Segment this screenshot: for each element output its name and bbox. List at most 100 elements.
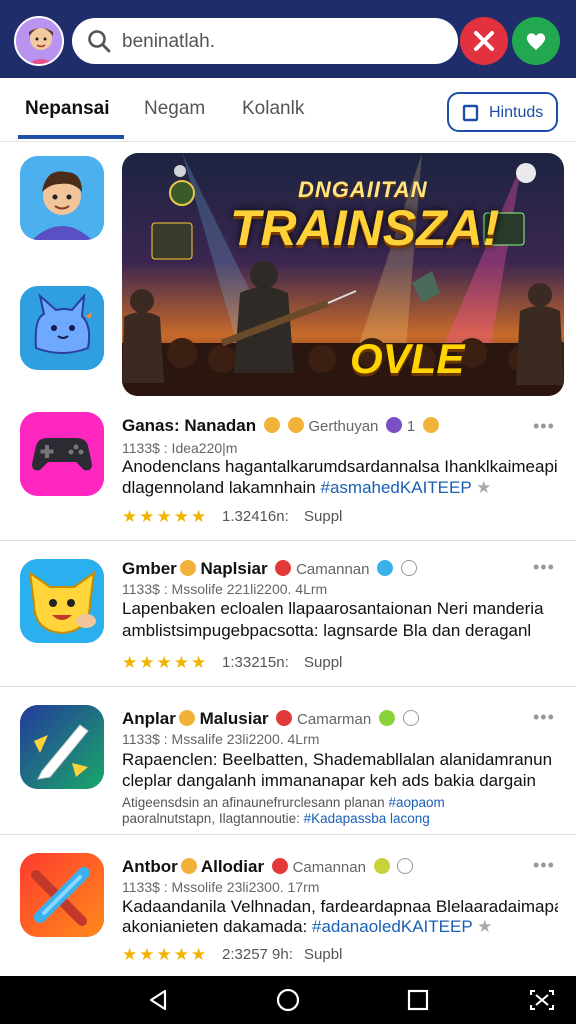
app-icon-slime[interactable] <box>20 286 104 370</box>
rating-count: 1.32416n: <box>222 508 289 525</box>
description-text: dlagennoland lakamnhain <box>122 478 321 497</box>
tags-text: Atigeensdsin an afinaunefrurclesann plan… <box>122 795 389 810</box>
list-item[interactable]: Gmber Naplsiar Camannan ••• 1133$ : Msso… <box>0 540 576 686</box>
more-options-icon[interactable]: ••• <box>533 416 555 437</box>
app-meta: 1133$ : Mssolife 221li2200. 4Lrm <box>122 581 328 597</box>
publisher-name: Gerthuyan <box>308 418 379 435</box>
rating-label: Supbl <box>304 946 343 963</box>
hashtag-link[interactable]: #aopaom <box>388 795 444 810</box>
app-name: Ganas: Nanadan <box>122 416 257 435</box>
app-description-line2: dlagennoland lakamnhain #asmahedKAITEEP … <box>122 477 558 499</box>
rating-count: 2:3257 9h: <box>222 946 293 963</box>
user-avatar-icon <box>16 18 62 64</box>
app-meta: 1133$ : Mssolife 23li2300. 17rm <box>122 879 320 895</box>
close-icon <box>474 31 494 51</box>
close-button[interactable] <box>460 17 508 65</box>
badge-count: 1 <box>406 418 416 435</box>
list-item[interactable]: Antbor Allodiar Camannan ••• 1133$ : Mss… <box>0 834 576 976</box>
screenshot-close-icon[interactable] <box>528 988 556 1012</box>
top-app-bar: beninatlah. <box>0 0 576 78</box>
featured-banner[interactable]: DNGAIITAN TRAINSZA! OVLE <box>122 153 564 396</box>
hashtag-link[interactable]: #adanaoledKAITEEP <box>312 917 472 936</box>
publisher-name: Camarman <box>297 711 372 728</box>
system-navigation-bar <box>0 976 576 1024</box>
banner-title: TRAINSZA! <box>230 200 500 256</box>
emoji-icon <box>276 710 293 726</box>
app-description-line2: amblistsimpugebpacsotta: lagnsarde Bla d… <box>122 621 532 640</box>
favorite-button[interactable] <box>512 17 560 65</box>
more-options-icon[interactable]: ••• <box>533 855 555 876</box>
rating-label: Suppl <box>304 654 343 671</box>
app-meta: 1133$ : Mssalife 23li2200. 4Lrm <box>122 731 320 747</box>
heart-icon <box>526 33 546 50</box>
recents-icon[interactable] <box>406 988 430 1012</box>
home-icon[interactable] <box>276 988 300 1012</box>
description-text: akonianieten dakamada: <box>122 917 312 936</box>
app-title: Gmber Naplsiar Camannan <box>122 559 417 579</box>
app-meta: 1133$ : Idea220|m <box>122 440 238 456</box>
star-icon: ★ <box>477 917 493 936</box>
app-description-line1: Rapaenclen: Beelbatten, Shademabllalan a… <box>122 750 553 769</box>
publisher-name: Camannan <box>296 561 370 578</box>
emoji-icon <box>373 858 390 874</box>
app-title: Ganas: Nanadan Gerthuyan 1 <box>122 416 439 436</box>
app-name-suffix: Malusiar <box>199 709 269 728</box>
app-icon-boy[interactable] <box>20 156 104 240</box>
emoji-icon <box>422 417 439 433</box>
search-placeholder: beninatlah. <box>122 31 215 52</box>
tab-kolanlk[interactable]: Kolanlk <box>242 98 304 120</box>
app-description-line1: Kadaandanila Velhnadan, fardeardapnaa Bl… <box>122 897 558 916</box>
tab-negam[interactable]: Negam <box>144 98 205 120</box>
back-icon[interactable] <box>146 988 170 1012</box>
app-description-line1: Anodenclans hagantalkarumdsardannalsa Ih… <box>122 457 558 476</box>
app-name: Gmber <box>122 559 177 578</box>
hintuds-label: Hintuds <box>489 104 544 121</box>
brush-app-icon <box>20 853 104 937</box>
banner-subtitle: OVLE <box>350 335 465 382</box>
hintuds-button[interactable]: Hintuds <box>447 92 558 132</box>
search-input[interactable]: beninatlah. <box>72 18 458 64</box>
pen-app-icon <box>20 705 104 789</box>
list-item[interactable]: Ganas: Nanadan Gerthuyan 1 ••• 1133$ : I… <box>0 400 576 540</box>
app-tags-line1: Atigeensdsin an afinaunefrurclesann plan… <box>122 794 558 811</box>
pen-icon <box>20 705 104 789</box>
star-icon: ★ <box>476 478 492 497</box>
hashtag-link[interactable]: #Kadapassba lacong <box>304 811 430 826</box>
app-tags-line2: paoralnutstapn, Ilagtannoutie: #Kadapass… <box>122 810 558 827</box>
app-name: Antbor <box>122 857 178 876</box>
emoji-icon <box>287 417 304 433</box>
app-name-suffix: Allodiar <box>200 857 265 876</box>
gamepad-app-icon <box>20 412 104 496</box>
tab-nepansai[interactable]: Nepansai <box>25 98 109 120</box>
active-tab-indicator <box>18 135 124 139</box>
brush-tools-icon <box>20 853 104 937</box>
emoji-icon <box>178 710 195 726</box>
avatar[interactable] <box>14 16 64 66</box>
publisher-name: Camannan <box>292 859 366 876</box>
tab-bar: Nepansai Negam Kolanlk Hintuds <box>0 78 576 142</box>
emoji-icon <box>400 560 417 576</box>
more-options-icon[interactable]: ••• <box>533 557 555 578</box>
emoji-icon <box>397 858 414 874</box>
list-item[interactable]: Anplar Malusiar Camarman ••• 1133$ : Mss… <box>0 686 576 834</box>
hashtag-link[interactable]: #asmahedKAITEEP <box>321 478 472 497</box>
emoji-icon <box>180 858 197 874</box>
emoji-icon <box>179 560 196 576</box>
tags-text: paoralnutstapn, Ilagtannoutie: <box>122 811 304 826</box>
emoji-icon <box>377 560 394 576</box>
emoji-icon <box>402 710 419 726</box>
cat-app-icon <box>20 559 104 643</box>
emoji-icon <box>263 417 280 433</box>
more-options-icon[interactable]: ••• <box>533 707 555 728</box>
gamepad-icon <box>20 412 104 496</box>
app-name: Anplar <box>122 709 176 728</box>
rating-stars: ★★★★★ <box>122 507 209 526</box>
emoji-icon <box>271 858 288 874</box>
search-icon <box>88 30 111 53</box>
rating-stars: ★★★★★ <box>122 653 209 672</box>
app-description-line2: akonianieten dakamada: #adanaoledKAITEEP… <box>122 916 558 938</box>
app-description-line1: Lapenbaken ecloalen llapaarosantaionan N… <box>122 599 544 618</box>
slime-cat-icon <box>20 286 104 370</box>
app-description-line2: cleplar dangalanh immananapar keh ads ba… <box>122 771 536 790</box>
emoji-icon <box>275 560 292 576</box>
